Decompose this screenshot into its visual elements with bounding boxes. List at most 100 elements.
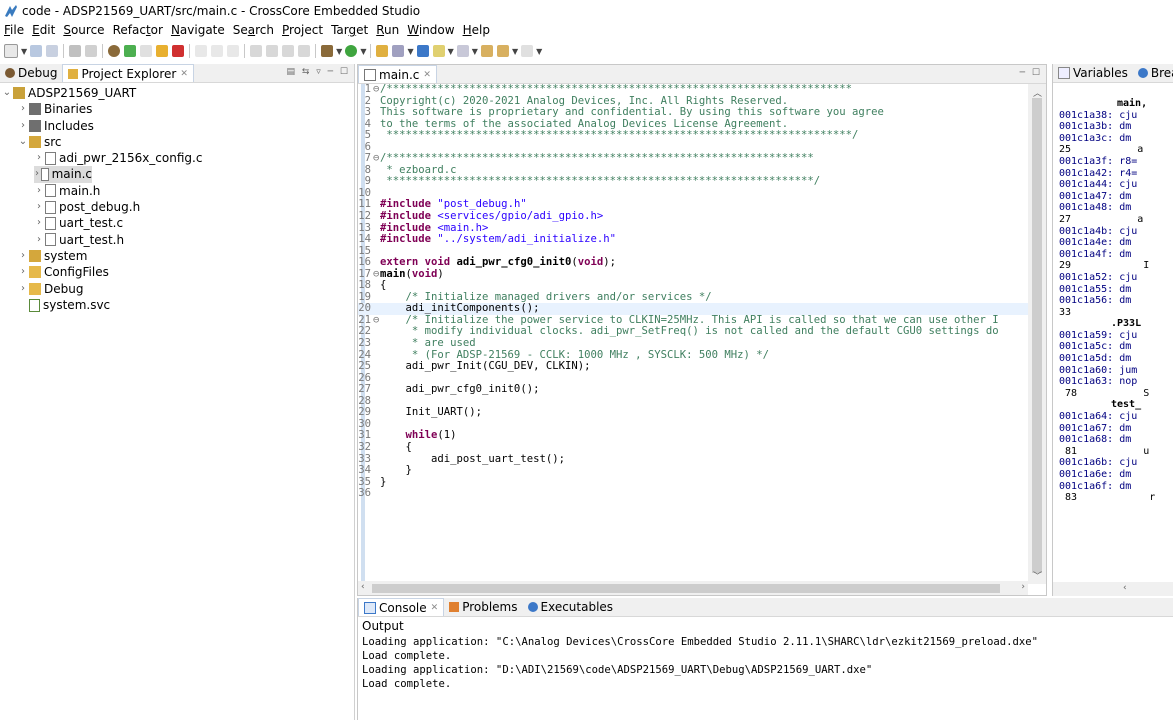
close-icon[interactable]: ✕ (423, 70, 431, 80)
debug-bug-icon[interactable] (108, 45, 121, 57)
code-line[interactable]: 16 extern void adi_pwr_cfg0_init0(void); (358, 256, 1028, 269)
code-line[interactable]: 29 Init_UART(); (358, 407, 1028, 419)
tab-executables[interactable]: Executables (523, 598, 619, 616)
build-all-icon[interactable] (85, 45, 98, 57)
code-line[interactable]: 27 adi_pwr_cfg0_init0(); (358, 383, 1028, 396)
disasm-line[interactable]: 001c1a6e: dm (1059, 469, 1155, 481)
collapse-arrow-icon[interactable]: › (34, 166, 40, 182)
tab-variables[interactable]: Variables (1053, 64, 1133, 82)
tab-console[interactable]: Console ✕ (358, 598, 445, 616)
instruction-step-icon[interactable] (250, 45, 263, 57)
disasm-line[interactable]: 83 r (1059, 492, 1155, 504)
disasm-line[interactable]: 001c1a3b: dm (1059, 121, 1155, 133)
disasm-line[interactable]: test_ (1059, 399, 1155, 411)
collapse-arrow-icon[interactable]: › (18, 118, 28, 134)
disasm-line[interactable]: 001c1a6f: dm (1059, 481, 1155, 493)
disasm-line[interactable]: 001c1a6b: cju (1059, 457, 1155, 469)
tab-main-c[interactable]: main.c ✕ (358, 65, 437, 83)
tree-item[interactable]: ⌄ src (0, 134, 354, 150)
nav-dropdown-icon[interactable]: ▼ (512, 47, 518, 56)
code-line[interactable]: 25 adi_pwr_Init(CGU_DEV, CLKIN); (358, 360, 1028, 373)
disasm-line[interactable]: 001c1a67: dm (1059, 423, 1155, 435)
tree-item[interactable]: › post_debug.h (0, 199, 354, 215)
code-line[interactable]: 36 (358, 488, 1028, 500)
tab-problems[interactable]: Problems (444, 598, 522, 616)
code-line[interactable]: 31 while(1) (358, 430, 1028, 442)
step-over-icon[interactable] (211, 45, 224, 57)
disasm-line[interactable]: 001c1a60: jum (1059, 365, 1155, 377)
disasm-line[interactable]: 001c1a3f: r8= (1059, 156, 1155, 168)
code-line[interactable]: 30 (358, 418, 1028, 431)
tab-project-explorer[interactable]: Project Explorer ✕ (62, 64, 194, 82)
menu-navigate[interactable]: Navigate (167, 23, 229, 37)
expand-arrow-icon[interactable]: ⌄ (18, 134, 28, 150)
search-dropdown-icon[interactable]: ▼ (448, 47, 454, 56)
collapse-arrow-icon[interactable]: › (18, 281, 28, 297)
disasm-line[interactable]: 27 a (1059, 214, 1155, 226)
tree-item[interactable]: › system (0, 248, 354, 264)
disasm-line[interactable]: 78 S (1059, 388, 1155, 400)
menu-source[interactable]: Source (59, 23, 108, 37)
collapse-arrow-icon[interactable]: › (18, 101, 28, 117)
step-into-icon[interactable] (195, 45, 208, 57)
disasm-line[interactable]: 001c1a5d: dm (1059, 353, 1155, 365)
debug-run-icon[interactable] (321, 45, 334, 57)
code-line[interactable]: 35} (358, 476, 1028, 489)
tree-item[interactable]: › main.c (34, 166, 92, 183)
open-type-icon[interactable] (416, 45, 429, 57)
code-line[interactable]: 17 ⊖main(void) (358, 268, 1028, 281)
collapse-arrow-icon[interactable]: › (34, 199, 44, 215)
build-icon[interactable] (69, 45, 82, 57)
terminate-icon[interactable] (172, 45, 185, 57)
disasm-line[interactable]: 001c1a38: cju (1059, 110, 1155, 122)
run-dropdown-icon[interactable]: ▼ (360, 47, 366, 56)
horizontal-scroll-thumb[interactable] (372, 584, 1000, 593)
suspend-icon[interactable] (156, 45, 169, 57)
disasm-line[interactable]: .P33L (1059, 318, 1155, 330)
code-line[interactable]: 34 } (358, 464, 1028, 477)
disasm-line[interactable]: main, (1059, 98, 1155, 110)
tree-item[interactable]: › Binaries (0, 101, 354, 117)
disasm-line[interactable]: 25 a (1059, 144, 1155, 156)
tools-dropdown-icon[interactable]: ▼ (407, 47, 413, 56)
menu-edit[interactable]: Edit (28, 23, 59, 37)
code-line[interactable]: 33 adi_post_uart_test(); (358, 453, 1028, 466)
collapse-arrow-icon[interactable]: › (34, 183, 44, 199)
disasm-line[interactable]: 33 (1059, 307, 1155, 319)
forward-icon[interactable] (496, 45, 509, 57)
tab-debug[interactable]: Debug (0, 64, 62, 82)
tree-item[interactable]: ⌄ ADSP21569_UART (0, 85, 354, 101)
step-icon[interactable] (140, 45, 153, 57)
memory-icon[interactable] (266, 45, 279, 57)
debug-dropdown-icon[interactable]: ▼ (336, 47, 342, 56)
tools-icon[interactable] (392, 45, 405, 57)
new-dropdown-icon[interactable]: ▼ (21, 47, 27, 56)
disasm-line[interactable]: 001c1a64: cju (1059, 411, 1155, 423)
disasm-line[interactable]: 001c1a59: cju (1059, 330, 1155, 342)
right-horizontal-scrollbar[interactable]: ‹ (1053, 582, 1173, 596)
close-icon[interactable]: ✕ (180, 69, 188, 79)
run-icon[interactable] (345, 45, 358, 57)
scroll-down-icon[interactable]: ﹀ (1033, 569, 1042, 582)
scroll-right-icon[interactable]: › (1021, 582, 1025, 592)
code-line[interactable]: 14 #include "../system/adi_initialize.h" (358, 233, 1028, 246)
disasm-line[interactable]: 001c1a4f: dm (1059, 249, 1155, 261)
collapse-arrow-icon[interactable]: › (18, 264, 28, 280)
disasm-line[interactable]: 001c1a63: nop (1059, 376, 1155, 388)
disasm-line[interactable]: 001c1a47: dm (1059, 191, 1155, 203)
collapse-arrow-icon[interactable]: › (18, 248, 28, 264)
collapse-arrow-icon[interactable]: › (34, 150, 44, 166)
collapse-arrow-icon[interactable]: › (34, 215, 44, 231)
tab-breakpoints[interactable]: Breakp (1133, 64, 1173, 82)
menu-search[interactable]: Search (229, 23, 278, 37)
close-icon[interactable]: ✕ (431, 603, 439, 613)
fold-marker-icon[interactable]: ⊖ (373, 153, 380, 165)
disasm-line[interactable]: 29 I (1059, 260, 1155, 272)
disasm-line[interactable]: 001c1a4b: cju (1059, 226, 1155, 238)
annotation-dropdown-icon[interactable]: ▼ (472, 47, 478, 56)
menu-file[interactable]: File (0, 23, 28, 37)
code-line[interactable]: 5 **************************************… (358, 129, 1028, 142)
view-menu-icons[interactable]: ▤ ⇆ ▿ ─ ☐ (287, 67, 351, 77)
disasm-line[interactable]: 001c1a4e: dm (1059, 237, 1155, 249)
disasm-line[interactable]: 001c1a3c: dm (1059, 133, 1155, 145)
